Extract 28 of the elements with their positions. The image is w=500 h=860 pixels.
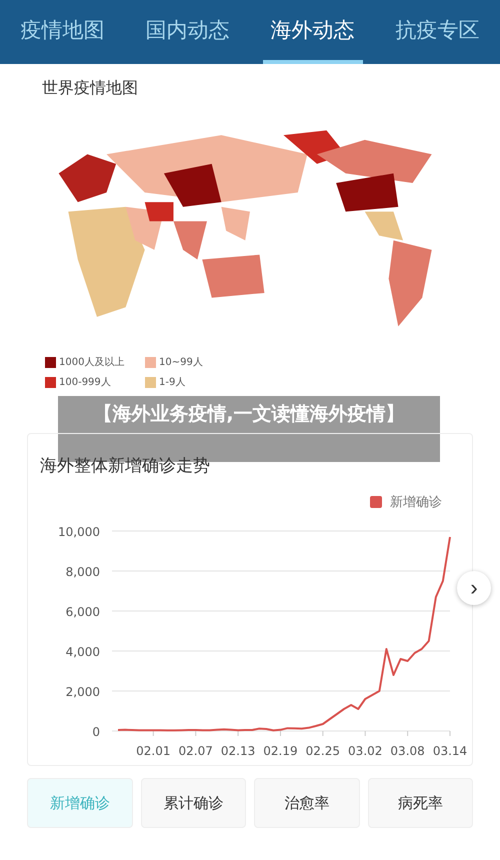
tab[interactable]: 抗疫专区 [388,0,488,64]
metric-tab[interactable]: 累计确诊 [140,778,246,828]
metric-tab[interactable]: 治愈率 [254,778,360,828]
legend-label: 1000人及以上 [59,356,124,369]
y-tick-label: 10,000 [58,525,100,539]
tab[interactable]: 国内动态 [138,0,238,64]
legend-label: 100-999人 [59,376,111,389]
y-tick-label: 2,000 [66,685,100,699]
legend-label: 10~99人 [159,356,203,369]
legend-label: 新增确诊 [390,494,442,511]
x-tick-label: 02.19 [263,744,298,758]
x-tick-label: 03.14 [432,744,468,758]
y-tick-label: 6,000 [66,605,100,619]
tab[interactable]: 海外动态 [262,0,362,64]
section-title: 世界疫情地图 [42,78,139,99]
x-tick-label: 02.13 [220,744,256,758]
x-tick-label: 02.01 [136,744,170,758]
x-tick-label: 02.07 [178,744,213,758]
y-tick-label: 4,000 [66,645,100,659]
x-tick-label: 03.02 [348,744,382,758]
tab[interactable]: 疫情地图 [12,0,112,64]
metric-tab[interactable]: 病死率 [368,778,473,828]
legend-label: 1-9人 [159,376,186,389]
y-tick-label: 8,000 [66,565,100,579]
x-tick-label: 03.08 [390,744,425,758]
x-tick-label: 02.25 [306,744,340,758]
next-button[interactable]: › [457,571,491,605]
y-tick-label: 0 [92,725,100,739]
